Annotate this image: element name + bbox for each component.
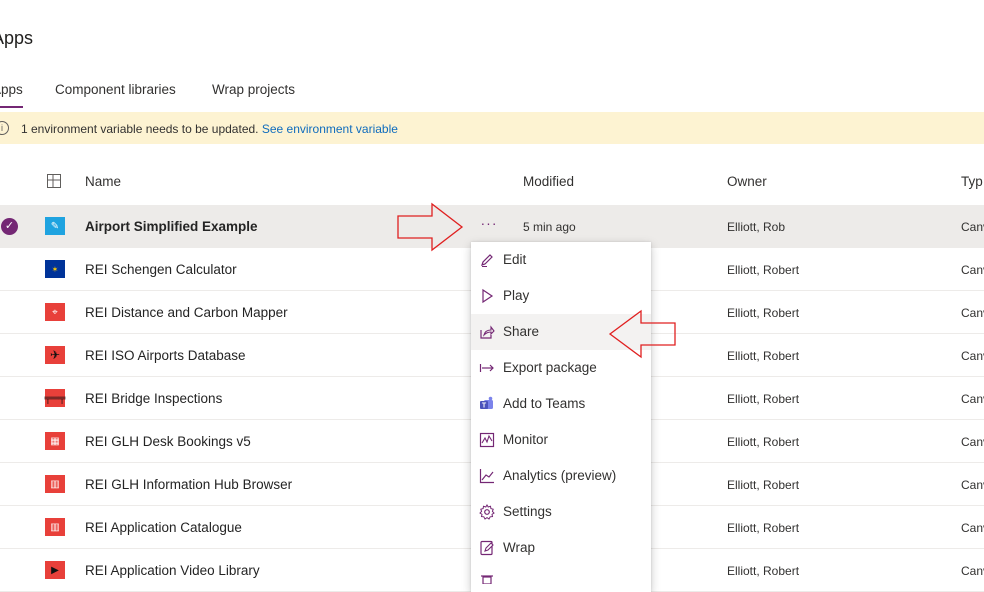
table-header: Name Modified Owner Typ <box>0 160 984 204</box>
tab-wrap-projects[interactable]: Wrap projects <box>212 82 295 97</box>
annotation-arrow-right <box>397 202 464 252</box>
edit-icon <box>481 254 493 267</box>
app-type: Canv <box>961 263 984 277</box>
column-header-name[interactable]: Name <box>85 174 121 189</box>
column-header-type[interactable]: Typ <box>961 174 983 189</box>
app-owner: Elliott, Robert <box>727 392 800 406</box>
app-type-column-icon[interactable] <box>47 174 61 188</box>
menu-item-label: Monitor <box>503 432 549 447</box>
map-icon: ⌖ <box>45 303 65 321</box>
banner-text: 1 environment variable needs to be updat… <box>21 122 262 136</box>
menu-item-label: Wrap <box>503 540 536 555</box>
app-name[interactable]: REI Application Video Library <box>85 563 260 578</box>
see-environment-variable-link[interactable]: See environment variable <box>262 122 398 136</box>
app-type: Canv <box>961 220 984 234</box>
settings-icon <box>479 504 495 520</box>
eu-flag-icon: ✶ <box>45 260 65 278</box>
app-name[interactable]: REI GLH Desk Bookings v5 <box>85 434 251 449</box>
app-owner: Elliott, Robert <box>727 435 800 449</box>
environment-variable-banner: i 1 environment variable needs to be upd… <box>0 112 984 144</box>
app-owner: Elliott, Rob <box>727 220 786 234</box>
menu-item-label: Share <box>503 324 540 339</box>
app-name[interactable]: REI Bridge Inspections <box>85 391 222 406</box>
menu-item-label: Export package <box>503 360 597 375</box>
app-name[interactable]: REI Schengen Calculator <box>85 262 237 277</box>
app-type: Canv <box>961 564 984 578</box>
books-icon: ▥ <box>45 475 65 493</box>
export-icon <box>479 364 494 372</box>
column-header-owner[interactable]: Owner <box>727 174 767 189</box>
info-icon: i <box>0 121 9 135</box>
video-icon: ▶ <box>45 561 65 579</box>
menu-item-label: Play <box>503 288 530 303</box>
app-owner: Elliott, Robert <box>727 521 800 535</box>
app-owner: Elliott, Robert <box>727 349 800 363</box>
monitor-icon <box>479 432 495 448</box>
column-header-modified[interactable]: Modified <box>523 174 574 189</box>
app-name[interactable]: REI ISO Airports Database <box>85 348 246 363</box>
app-name[interactable]: REI Distance and Carbon Mapper <box>85 305 288 320</box>
app-type: Canv <box>961 521 984 535</box>
app-context-menu: Edit Play Share Export package T Add to … <box>471 242 651 592</box>
app-modified: 5 min ago <box>523 220 576 234</box>
more-options-button[interactable]: ··· <box>478 215 500 235</box>
teams-icon: T <box>480 396 493 410</box>
desk-icon: ▦ <box>45 432 65 450</box>
menu-item-label: Add to Teams <box>503 396 586 411</box>
svg-text:T: T <box>482 403 487 410</box>
tab-apps[interactable]: Apps <box>0 82 23 108</box>
share-icon <box>480 325 495 339</box>
app-type: Canv <box>961 349 984 363</box>
app-owner: Elliott, Robert <box>727 263 800 277</box>
banner-message: 1 environment variable needs to be updat… <box>21 122 398 136</box>
app-name[interactable]: REI Application Catalogue <box>85 520 242 535</box>
app-type: Canv <box>961 306 984 320</box>
delete-icon <box>481 575 493 584</box>
menu-item-wrap[interactable]: Wrap <box>471 530 651 566</box>
menu-item-settings[interactable]: Settings <box>471 494 651 530</box>
menu-item-label: Settings <box>503 504 552 519</box>
annotation-arrow-left <box>608 309 676 359</box>
tab-component-libraries[interactable]: Component libraries <box>55 82 176 97</box>
menu-item-label: Analytics (preview) <box>503 468 617 483</box>
app-type: Canv <box>961 435 984 449</box>
menu-item-monitor[interactable]: Monitor <box>471 422 651 458</box>
app-name[interactable]: REI GLH Information Hub Browser <box>85 477 292 492</box>
analytics-icon <box>479 469 494 484</box>
app-name[interactable]: Airport Simplified Example <box>85 219 258 234</box>
play-icon <box>482 288 494 304</box>
pencil-icon: ✎ <box>45 217 65 235</box>
books-icon: ▥ <box>45 518 65 536</box>
app-owner: Elliott, Robert <box>727 564 800 578</box>
wrap-icon <box>480 540 494 556</box>
app-type: Canv <box>961 478 984 492</box>
menu-item-label: Edit <box>503 252 527 267</box>
bridge-icon: ╤═╤ <box>44 389 66 407</box>
app-owner: Elliott, Robert <box>727 478 800 492</box>
row-selected-check-icon[interactable]: ✓ <box>1 218 18 235</box>
page-title: Apps <box>0 28 34 48</box>
airplane-icon: ✈ <box>45 346 65 364</box>
menu-item-add-to-teams[interactable]: T Add to Teams <box>471 386 651 422</box>
menu-item-analytics[interactable]: Analytics (preview) <box>471 458 651 494</box>
app-type: Canv <box>961 392 984 406</box>
app-owner: Elliott, Robert <box>727 306 800 320</box>
menu-item-edit[interactable]: Edit <box>471 242 651 278</box>
